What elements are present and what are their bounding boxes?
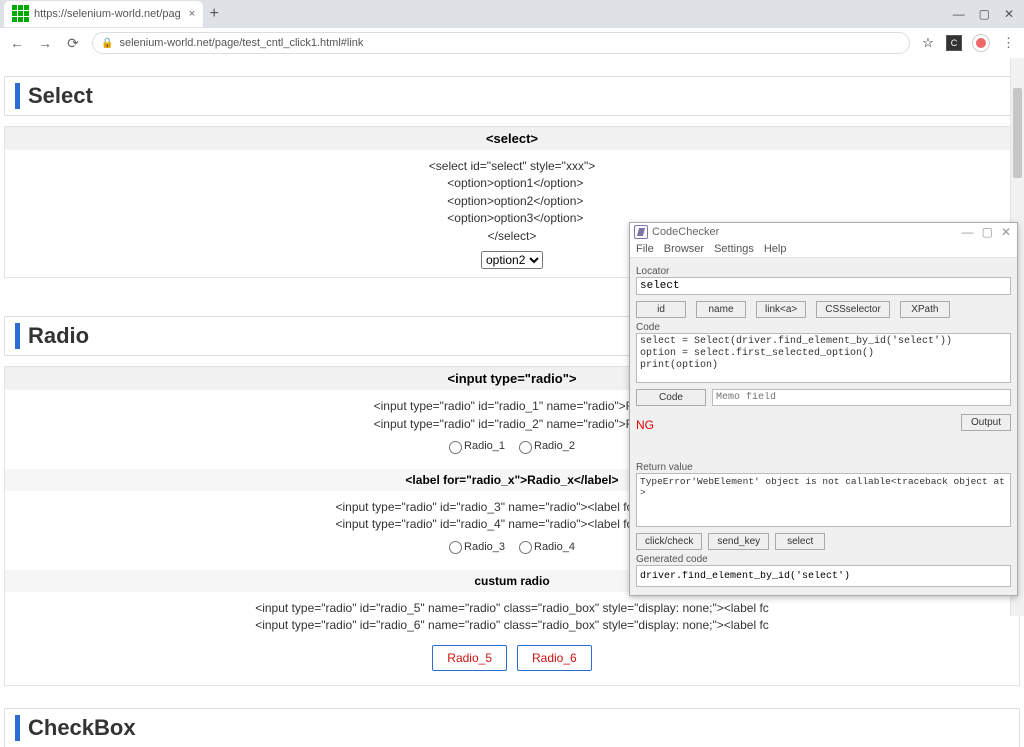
cc-generated-label: Generated code xyxy=(636,554,1011,565)
profile-avatar-icon[interactable] xyxy=(972,34,990,52)
cc-titlebar[interactable]: CodeChecker — ▢ ✕ xyxy=(630,223,1017,241)
cc-click-check-button[interactable]: click/check xyxy=(636,533,702,550)
section-title: Select xyxy=(28,83,93,109)
section-title: Radio xyxy=(28,323,89,349)
cc-locator-input[interactable] xyxy=(636,277,1011,295)
cc-menu-help[interactable]: Help xyxy=(764,243,787,255)
cc-maximize-icon[interactable]: ▢ xyxy=(982,225,993,239)
cc-code-button[interactable]: Code xyxy=(636,389,706,406)
cc-btn-xpath[interactable]: XPath xyxy=(900,301,950,318)
cc-memo-field[interactable] xyxy=(712,389,1011,406)
forward-icon[interactable]: → xyxy=(36,35,54,51)
browser-tab[interactable]: https://selenium-world.net/pag × xyxy=(4,1,203,27)
tab-bar: https://selenium-world.net/pag × + — ▢ ✕ xyxy=(0,0,1024,28)
cc-code-area[interactable]: select = Select(driver.find_element_by_i… xyxy=(636,333,1011,383)
back-icon[interactable]: ← xyxy=(8,35,26,51)
cc-locator-label: Locator xyxy=(636,266,1011,277)
radio-code-3: <input type="radio" id="radio_5" name="r… xyxy=(5,600,1019,635)
cc-close-icon[interactable]: ✕ xyxy=(1001,225,1011,239)
browser-chrome: https://selenium-world.net/pag × + — ▢ ✕… xyxy=(0,0,1024,58)
favicon-grid-icon xyxy=(12,5,30,23)
cc-menu-file[interactable]: File xyxy=(636,243,654,255)
cc-output-button[interactable]: Output xyxy=(961,414,1011,431)
cc-send-key-button[interactable]: send_key xyxy=(708,533,769,550)
cc-code-label: Code xyxy=(636,322,1011,333)
cc-select-button[interactable]: select xyxy=(775,533,825,550)
section-bar-icon xyxy=(15,83,20,109)
cc-btn-link[interactable]: link<a> xyxy=(756,301,806,318)
radio-4[interactable]: Radio_4 xyxy=(519,540,575,556)
radio-3[interactable]: Radio_3 xyxy=(449,540,505,556)
section-select: Select xyxy=(4,76,1020,116)
feather-icon xyxy=(634,225,648,239)
cc-return-label: Return value xyxy=(636,462,1011,473)
close-icon[interactable]: ✕ xyxy=(1004,7,1014,21)
cc-ng-status: NG xyxy=(636,418,654,432)
select-header: <select> xyxy=(5,127,1019,150)
section-bar-icon xyxy=(15,715,20,741)
window-controls: — ▢ ✕ xyxy=(953,7,1020,21)
cc-menu-settings[interactable]: Settings xyxy=(714,243,754,255)
codechecker-window: CodeChecker — ▢ ✕ File Browser Settings … xyxy=(629,222,1018,596)
cc-minimize-icon[interactable]: — xyxy=(962,225,974,239)
url-field[interactable]: 🔒 selenium-world.net/page/test_cntl_clic… xyxy=(92,32,910,54)
cc-menu: File Browser Settings Help xyxy=(630,241,1017,258)
scrollbar-thumb[interactable] xyxy=(1013,88,1022,178)
radio-1[interactable]: Radio_1 xyxy=(449,439,505,455)
section-bar-icon xyxy=(15,323,20,349)
section-checkbox: CheckBox xyxy=(4,708,1020,747)
reload-icon[interactable]: ⟳ xyxy=(64,35,82,52)
extension-icon[interactable]: C xyxy=(946,35,962,51)
section-title: CheckBox xyxy=(28,715,136,741)
address-bar: ← → ⟳ 🔒 selenium-world.net/page/test_cnt… xyxy=(0,28,1024,58)
toolbar-right: ☆ C ⋮ xyxy=(920,34,1016,52)
cc-menu-browser[interactable]: Browser xyxy=(664,243,704,255)
minimize-icon[interactable]: — xyxy=(953,7,965,21)
cc-title: CodeChecker xyxy=(652,226,962,238)
maximize-icon[interactable]: ▢ xyxy=(979,7,990,21)
cc-btn-id[interactable]: id xyxy=(636,301,686,318)
new-tab-button[interactable]: + xyxy=(203,5,225,23)
url-text: selenium-world.net/page/test_cntl_click1… xyxy=(119,37,363,49)
cc-btn-css[interactable]: CSSselector xyxy=(816,301,890,318)
radio-5-button[interactable]: Radio_5 xyxy=(432,645,507,671)
cc-return-area[interactable]: TypeError'WebElement' object is not call… xyxy=(636,473,1011,527)
select-dropdown[interactable]: option2 xyxy=(481,251,543,269)
cc-btn-name[interactable]: name xyxy=(696,301,746,318)
bookmark-star-icon[interactable]: ☆ xyxy=(920,35,936,51)
cc-generated-code[interactable] xyxy=(636,565,1011,587)
radio-6-button[interactable]: Radio_6 xyxy=(517,645,592,671)
lock-icon: 🔒 xyxy=(101,38,113,49)
kebab-menu-icon[interactable]: ⋮ xyxy=(1000,35,1016,51)
tab-close-icon[interactable]: × xyxy=(189,8,195,20)
tab-title: https://selenium-world.net/pag xyxy=(34,8,181,20)
radio-2[interactable]: Radio_2 xyxy=(519,439,575,455)
